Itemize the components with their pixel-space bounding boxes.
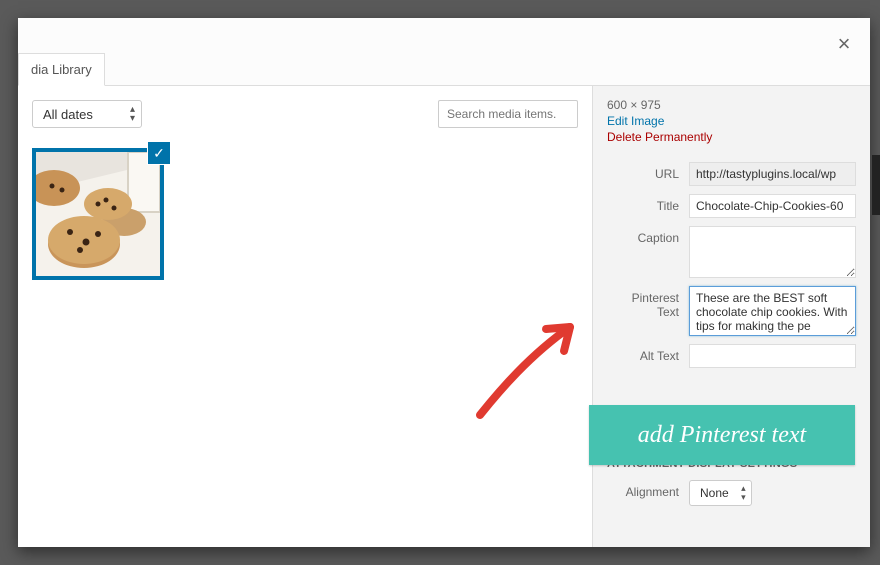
annotation-callout: add Pinterest text xyxy=(589,405,855,465)
pinterest-text-input[interactable] xyxy=(689,286,856,336)
image-dimensions: 600 × 975 xyxy=(607,98,856,112)
url-label: URL xyxy=(607,162,689,181)
thumbnail-image xyxy=(36,152,160,276)
field-title: Title xyxy=(607,194,856,218)
alt-label: Alt Text xyxy=(607,344,689,363)
field-alignment: Alignment None ▴▾ xyxy=(607,480,856,506)
search-input[interactable] xyxy=(438,100,578,128)
select-caret-icon: ▴▾ xyxy=(130,105,135,123)
field-caption: Caption xyxy=(607,226,856,278)
alignment-value: None xyxy=(700,486,729,500)
selected-check-icon[interactable]: ✓ xyxy=(148,142,170,164)
alignment-select[interactable]: None ▴▾ xyxy=(689,480,752,506)
thumbnail-grid: ✓ xyxy=(32,144,578,280)
field-alt-text: Alt Text xyxy=(607,344,856,368)
title-label: Title xyxy=(607,194,689,213)
field-url: URL xyxy=(607,162,856,186)
pinterest-label: Pinterest Text xyxy=(607,286,689,319)
right-edge-bar xyxy=(872,155,880,215)
media-modal: × dia Library All dates ▴▾ xyxy=(18,18,870,547)
caption-input[interactable] xyxy=(689,226,856,278)
caption-label: Caption xyxy=(607,226,689,245)
media-browser: All dates ▴▾ xyxy=(18,86,592,547)
media-toolbar: All dates ▴▾ xyxy=(32,100,578,128)
field-pinterest-text: Pinterest Text xyxy=(607,286,856,336)
modal-body: All dates ▴▾ xyxy=(18,86,870,547)
title-input[interactable] xyxy=(689,194,856,218)
tab-bar: dia Library xyxy=(18,18,870,86)
edit-image-link[interactable]: Edit Image xyxy=(607,114,856,128)
alt-text-input[interactable] xyxy=(689,344,856,368)
url-input[interactable] xyxy=(689,162,856,186)
media-thumbnail-selected[interactable]: ✓ xyxy=(32,148,164,280)
attachment-details: 600 × 975 Edit Image Delete Permanently … xyxy=(592,86,870,547)
date-filter-select[interactable]: All dates ▴▾ xyxy=(32,100,142,128)
alignment-label: Alignment xyxy=(607,480,689,499)
delete-permanently-link[interactable]: Delete Permanently xyxy=(607,130,856,144)
tab-media-library[interactable]: dia Library xyxy=(18,53,105,86)
date-filter-value: All dates xyxy=(43,107,93,122)
select-caret-icon: ▴▾ xyxy=(741,484,746,502)
